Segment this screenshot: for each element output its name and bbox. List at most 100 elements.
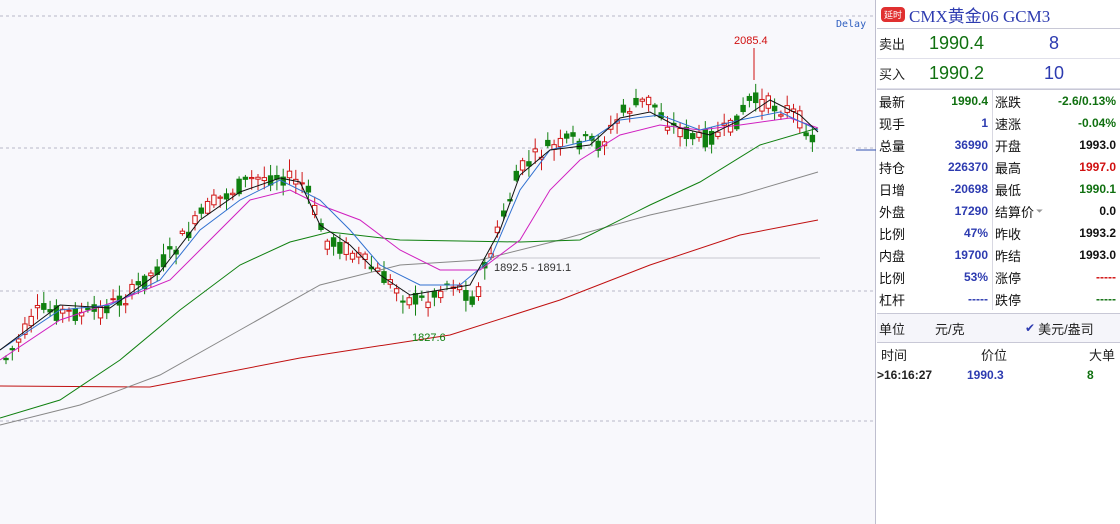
left-row-label: 日增 <box>879 182 906 198</box>
ticks-header-size: 大单 <box>1089 347 1116 363</box>
left-row-label: 现手 <box>879 116 906 132</box>
left-row-row: 比例 47% <box>877 222 992 244</box>
instrument-title: CMX黄金06 GCM3 <box>909 6 1051 26</box>
candle-body <box>15 338 22 343</box>
right-row-label: 跌停 <box>995 292 1022 308</box>
left-row-label: 内盘 <box>879 248 906 264</box>
candle-body <box>41 303 47 310</box>
bid-price: 1990.2 <box>929 63 985 83</box>
candle-body <box>620 104 627 113</box>
candle-body <box>519 160 526 171</box>
right-row-label: 涨跌 <box>995 94 1022 110</box>
candle-body <box>715 131 721 137</box>
right-row-label: 昨收 <box>995 226 1022 242</box>
left-row-row: 内盘 19700 <box>877 244 992 266</box>
right-row-label: 速涨 <box>995 116 1022 132</box>
candle-body <box>135 281 142 286</box>
candle-body <box>746 95 753 101</box>
candle-body <box>330 237 337 247</box>
bid-row[interactable]: 买入 1990.2 10 <box>877 59 1120 89</box>
left-row-row: 日增 -20698 <box>877 178 992 200</box>
candle-body <box>66 309 72 312</box>
candle-body <box>123 303 129 306</box>
left-row-label: 比例 <box>879 226 906 242</box>
candle-body <box>419 295 425 298</box>
right-row-value: ----- <box>1096 270 1116 284</box>
candle-body <box>9 348 16 351</box>
right-row-row: 涨跌 -2.6/0.13% <box>993 90 1120 112</box>
right-row-row: 开盘 1993.0 <box>993 134 1120 156</box>
left-row-value: 19700 <box>954 248 988 262</box>
unit-option[interactable]: 美元/盎司 <box>1038 319 1094 338</box>
candle-body <box>690 133 696 140</box>
candle-body <box>28 315 34 327</box>
left-row-row: 总量 36990 <box>877 134 992 156</box>
ask-volume: 8 <box>1048 33 1059 53</box>
candle-body <box>803 132 809 137</box>
quote-stats-left: 最新 1990.4 现手 1 总量 36990 持仓 226370 日增 -20698 外盘 1729… <box>877 90 993 310</box>
left-row-row: 持仓 226370 <box>877 156 992 178</box>
quote-title-row: 延时 CMX黄金06 GCM3 <box>877 0 1120 29</box>
ask-row[interactable]: 卖出 1990.4 8 <box>877 29 1120 59</box>
candle-body <box>249 177 255 180</box>
ask-label: 卖出 <box>879 37 906 52</box>
left-row-row: 现手 1 <box>877 112 992 134</box>
candle-body <box>564 133 570 139</box>
candle-body <box>230 192 236 196</box>
candle-body <box>406 297 412 306</box>
left-row-value: 53% <box>963 270 988 284</box>
candle-body <box>431 291 438 298</box>
right-row-row: 昨结 1993.0 <box>993 244 1120 266</box>
candle-body <box>633 97 639 106</box>
right-row-value: -0.04% <box>1077 116 1116 130</box>
left-row-value: 1 <box>981 116 988 130</box>
ticks-header-time: 时间 <box>881 347 908 363</box>
low-price-label: 1827.6 <box>412 332 446 344</box>
left-row-value: 47% <box>963 226 988 240</box>
left-row-label: 持仓 <box>879 160 906 176</box>
left-row-value: -20698 <box>950 182 988 196</box>
candle-body <box>242 176 249 180</box>
right-row-row: 跌停 ----- <box>993 288 1120 310</box>
bid-volume: 10 <box>1043 63 1065 83</box>
ask-price: 1990.4 <box>929 33 985 53</box>
high-price-label: 2085.4 <box>734 35 768 47</box>
quote-stats-right: 涨跌 -2.6/0.13% 速涨 -0.04% 开盘 1993.0 最高 1997.0 最低 19… <box>993 90 1120 310</box>
candle-body <box>97 306 104 319</box>
left-row-value: 226370 <box>947 160 988 174</box>
candle-body <box>223 193 230 200</box>
right-row-value: 1990.1 <box>1079 182 1116 196</box>
candle-body <box>463 290 469 301</box>
kline-chart[interactable]: 2085.4 1827.6 1892.5 - 1891.1 <box>0 0 876 524</box>
candle-body <box>526 161 532 167</box>
left-row-label: 最新 <box>879 94 906 110</box>
candle-body <box>645 96 652 106</box>
unit-value[interactable]: 元/克 <box>935 319 1025 338</box>
candle-body <box>532 148 538 153</box>
candle-body <box>507 199 513 202</box>
checkmark-icon[interactable]: ✔ <box>1025 321 1035 335</box>
candle-body <box>582 134 589 137</box>
candle-body <box>255 176 261 180</box>
ticks-header-price: 价位 <box>981 347 1008 363</box>
candle-body <box>469 296 475 305</box>
bid-label: 买入 <box>879 67 906 82</box>
right-row-value: ----- <box>1096 292 1116 306</box>
candle-body <box>3 357 9 361</box>
candle-body <box>261 177 268 182</box>
candle-body <box>778 114 784 117</box>
candle-body <box>198 207 205 214</box>
candle-body <box>652 104 658 108</box>
candle-body <box>797 110 803 129</box>
candle-body <box>393 288 400 294</box>
right-row-value: 1997.0 <box>1079 160 1116 174</box>
candle-body <box>337 241 343 254</box>
left-row-value: 17290 <box>954 204 988 218</box>
right-row-value: 0.0 <box>1099 204 1116 218</box>
left-row-row: 比例 53% <box>877 266 992 288</box>
right-row-label: 昨结 <box>995 248 1022 264</box>
kline-chart-pane[interactable]: 2085.4 1827.6 1892.5 - 1891.1 Delay <box>0 0 876 524</box>
right-row-value: 1993.2 <box>1079 226 1116 240</box>
dropdown-arrow-icon[interactable]: ⏷ <box>1036 206 1043 217</box>
right-row-label: 涨停 <box>995 270 1022 286</box>
